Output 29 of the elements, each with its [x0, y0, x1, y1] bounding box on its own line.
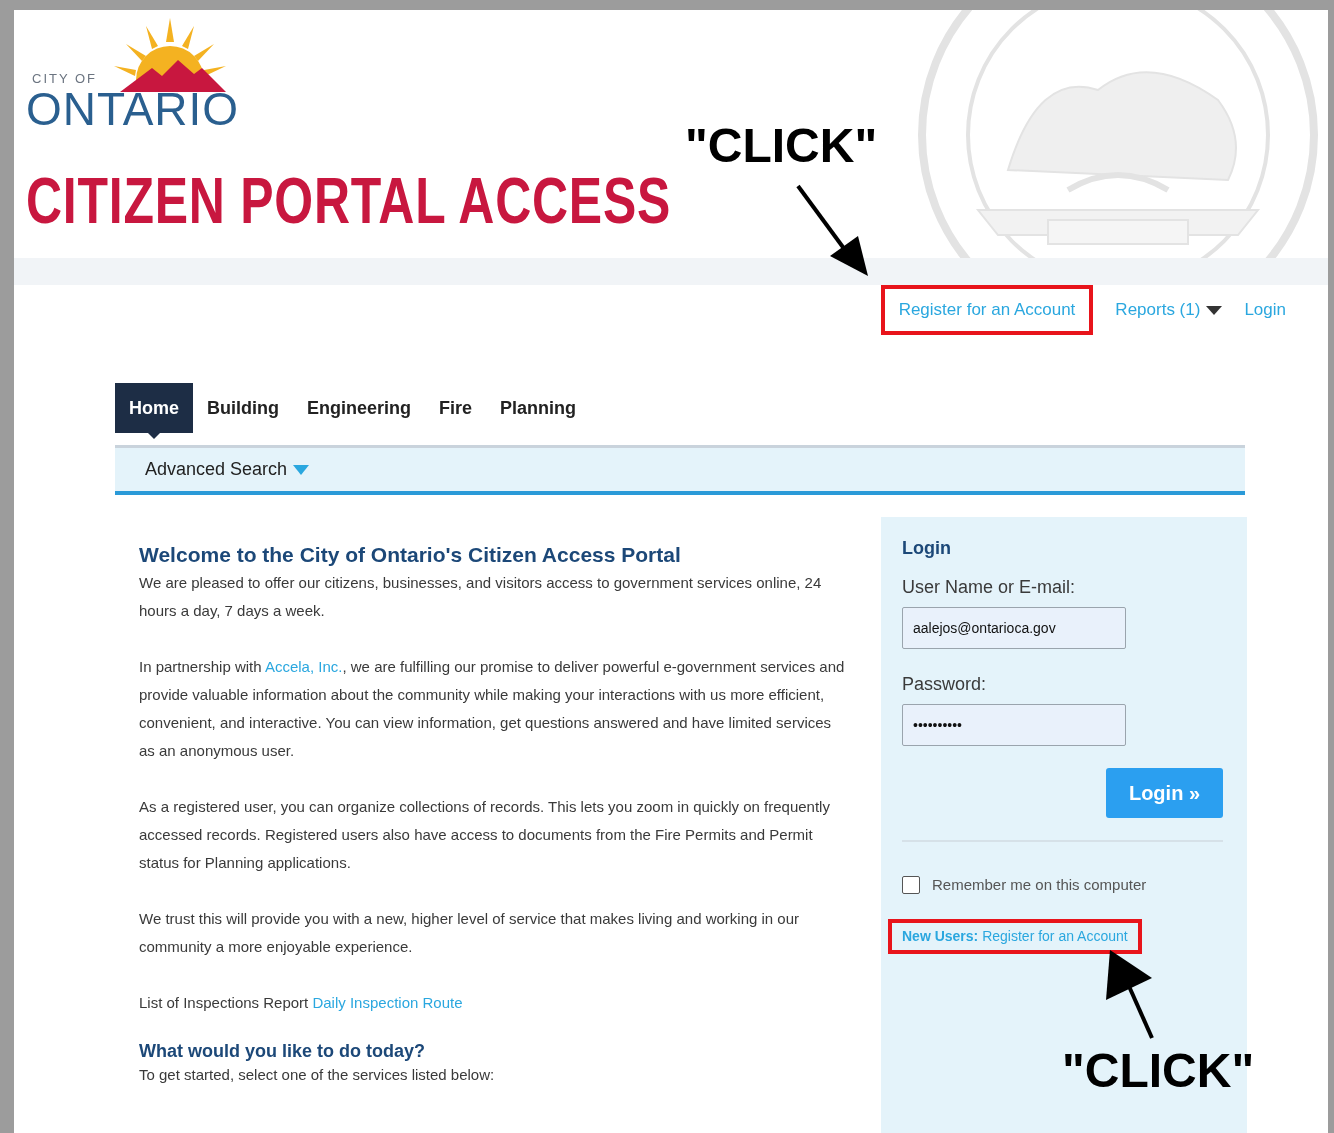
- body-paragraph: In partnership with Accela, Inc., we are fulfilling our promise to deliver powerful e-government services and provide valuable information about the community while making your interactions with us more efficient, convenient, and interactive. You can view information, get questions answered and have limited services as an anonymous user.: [139, 657, 846, 761]
- remember-label: Remember me on this computer: [932, 875, 1147, 895]
- remember-checkbox[interactable]: [902, 876, 920, 895]
- logo-text: ONTARIO: [26, 84, 240, 133]
- banner-title: CITIZEN PORTAL ACCESS: [26, 169, 672, 233]
- nav-tab[interactable]: Engineering: [293, 383, 425, 433]
- nav-tab[interactable]: Fire: [425, 383, 487, 433]
- nav-tab[interactable]: Planning: [486, 383, 591, 433]
- logo-small-text: CITY OF: [32, 71, 99, 85]
- username-field[interactable]: aalejos@ontarioca.gov: [902, 607, 1126, 649]
- caret-icon: [1206, 305, 1223, 315]
- caret-icon: [293, 464, 310, 475]
- advanced-search-menu[interactable]: Advanced Search: [145, 456, 310, 483]
- body-paragraph: List of Inspections Report Daily Inspection Route: [139, 993, 464, 1013]
- field-label: User Name or E-mail:: [902, 577, 1076, 597]
- body-paragraph: We are pleased to offer our citizens, businesses, and visitors access to government services online, 24 hours a day, 7 days a week.: [139, 573, 823, 621]
- login-heading: Login: [902, 537, 952, 560]
- click-annotation: "CLICK": [685, 122, 878, 170]
- click-annotation: "CLICK": [1062, 1047, 1255, 1095]
- intro-text: To get started, select one of the services listed below:: [139, 1065, 496, 1085]
- tab-pointer-icon: [148, 433, 160, 439]
- welcome-heading: Welcome to the City of Ontario's Citizen Access Portal: [139, 542, 682, 568]
- new-users-text: New Users: Register for an Account: [888, 918, 1142, 954]
- password-field[interactable]: ••••••••••: [902, 704, 1126, 746]
- field-label: Password:: [902, 674, 987, 694]
- nav-tab[interactable]: Building: [193, 383, 293, 433]
- body-paragraph: We trust this will provide you with a new, higher level of service that makes living and working in our community a more enjoyable experience.: [139, 909, 801, 957]
- body-paragraph: As a registered user, you can organize collections of records. This lets you zoom in quickly on frequently accessed records. Registered users also have access to documents from the Fire Permits and Permit status for Planning applications.: [139, 797, 831, 873]
- section-heading: What would you like to do today?: [139, 1040, 426, 1063]
